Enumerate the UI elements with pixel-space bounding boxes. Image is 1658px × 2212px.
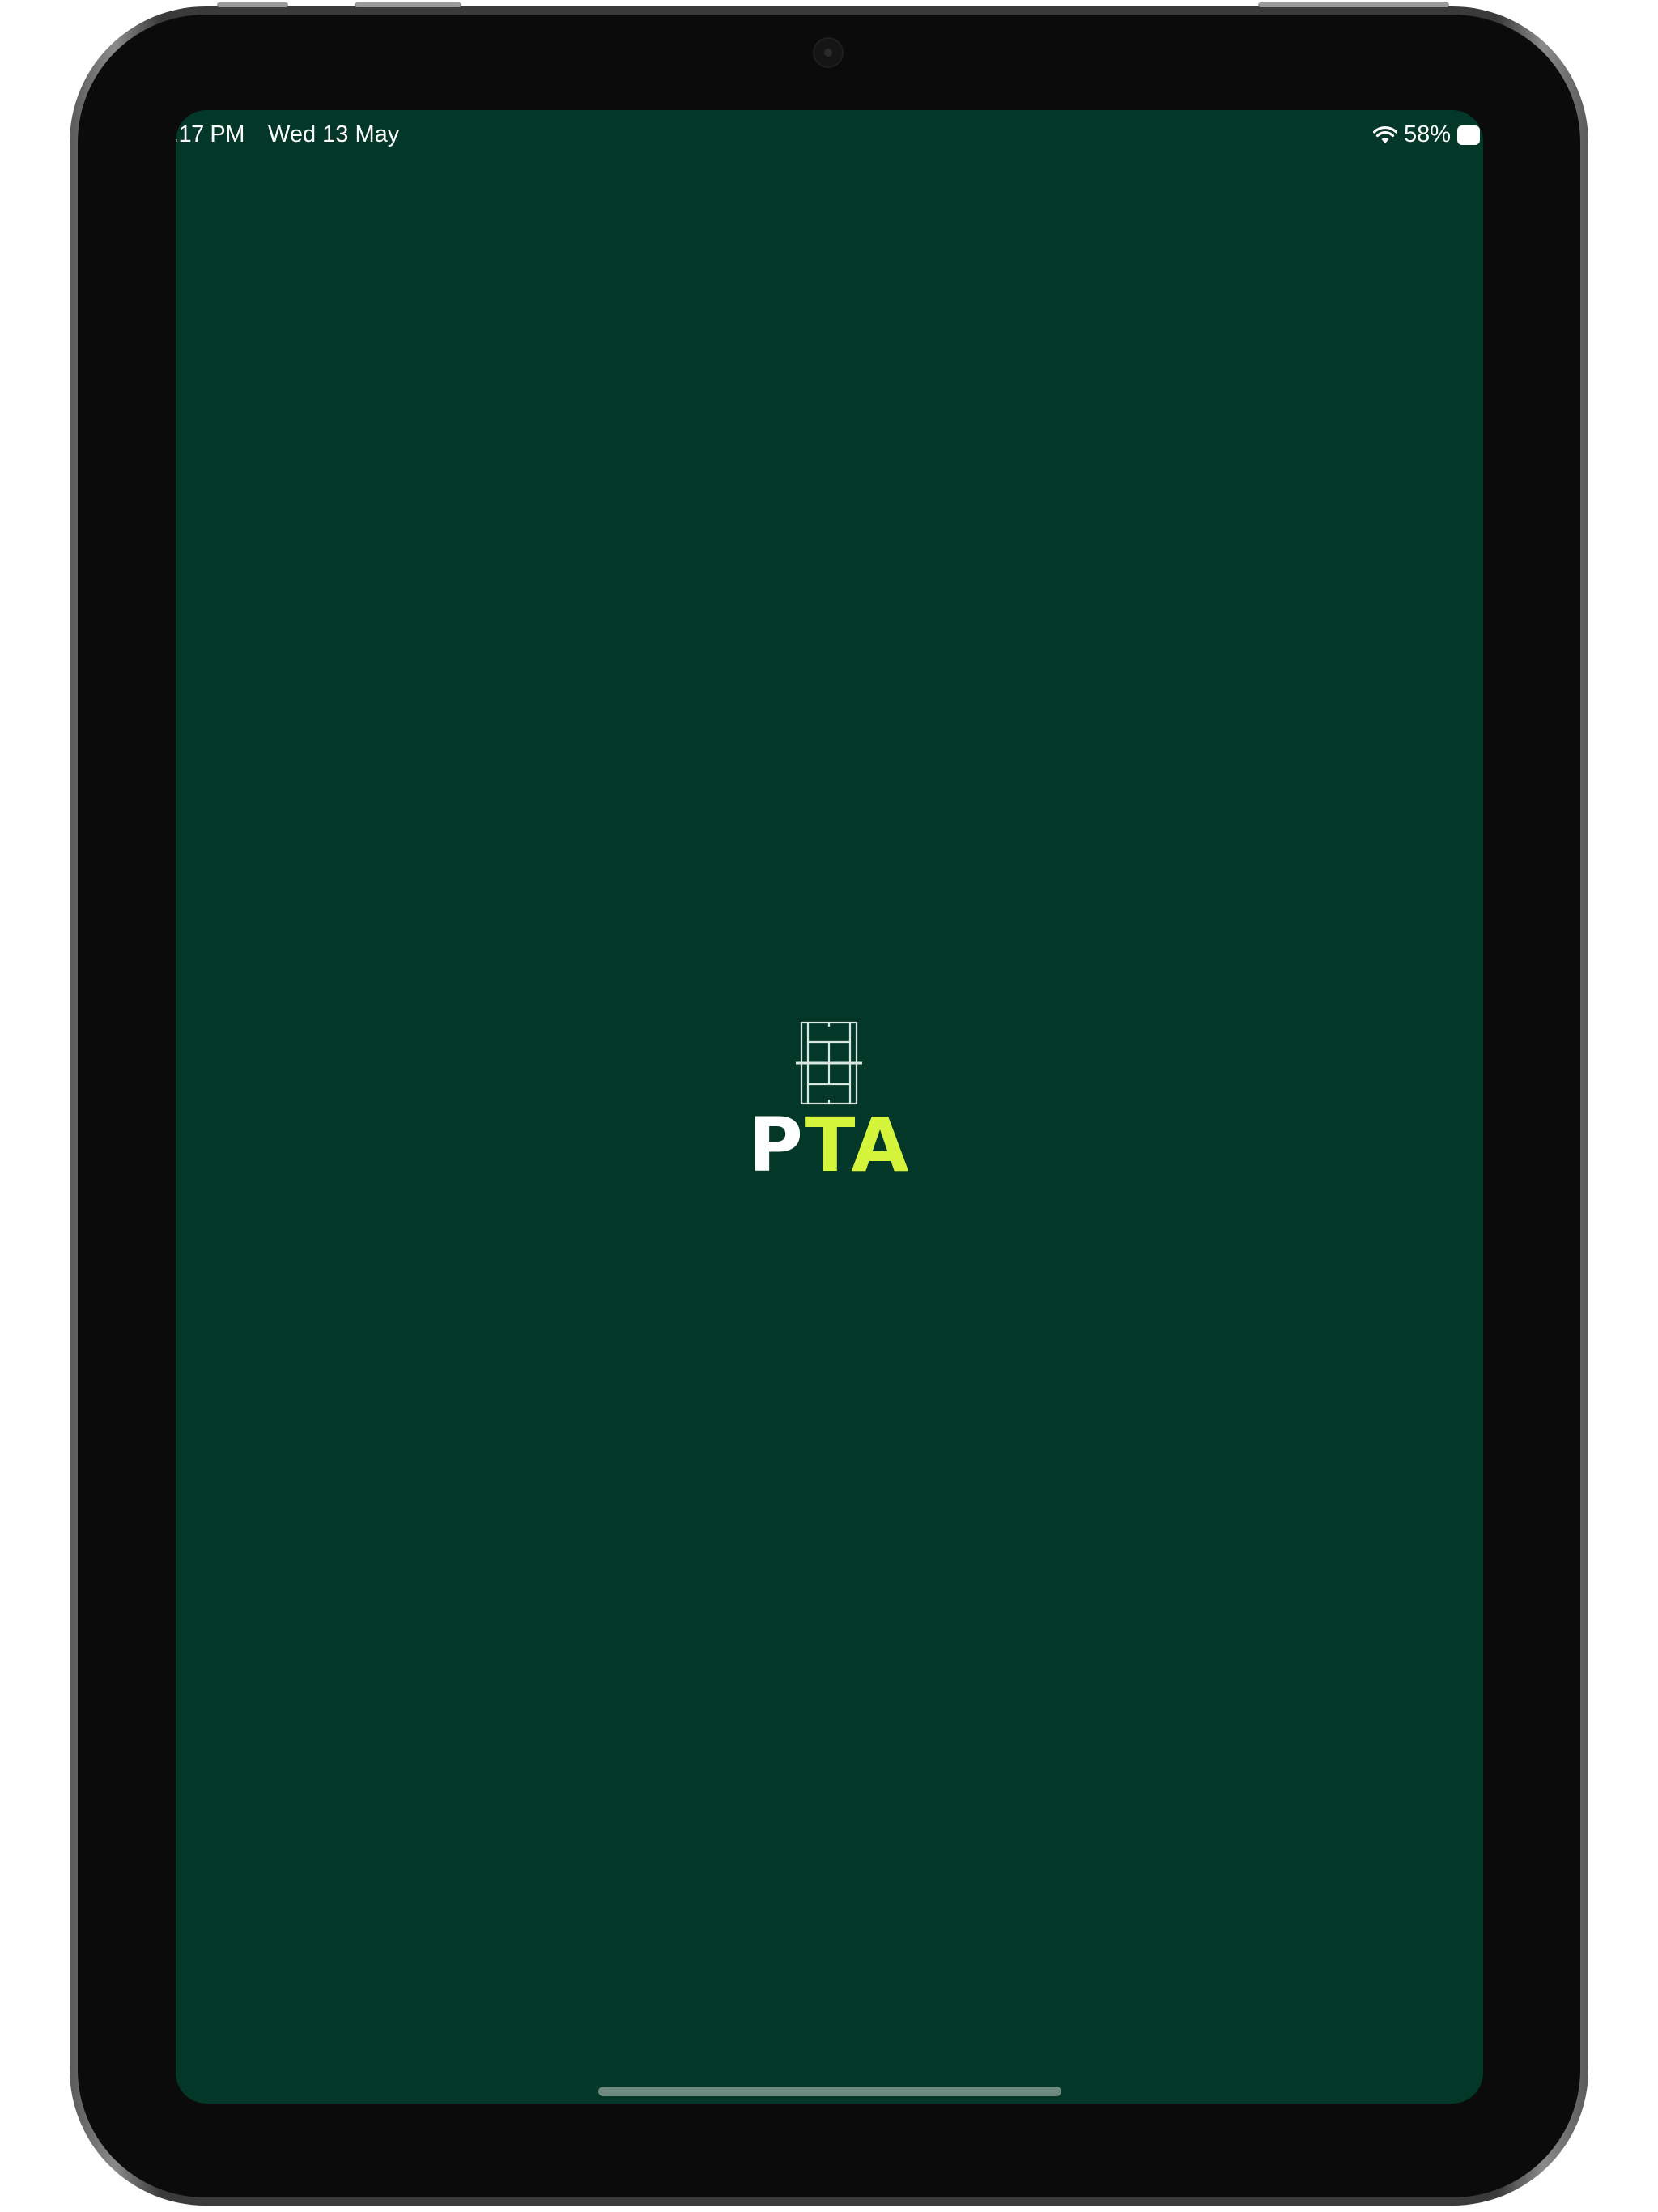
front-camera (813, 37, 844, 68)
home-indicator[interactable] (598, 2087, 1061, 2096)
status-indicators: 58% (1372, 121, 1480, 148)
battery-fill (1460, 127, 1477, 143)
battery-percent: 58% (1403, 121, 1451, 147)
top-button (1258, 2, 1449, 7)
status-bar: :17 PM Wed 13 May 58% (176, 110, 1483, 162)
tennis-court-icon (796, 1021, 862, 1105)
status-time: :17 PM (176, 121, 244, 147)
status-date: Wed 13 May (268, 121, 400, 147)
app-logo: PTA (742, 1021, 916, 1211)
screen: :17 PM Wed 13 May 58% PTA (176, 110, 1483, 2104)
logo-wordmark: PTA (742, 1105, 916, 1186)
device-frame: :17 PM Wed 13 May 58% PTA (0, 0, 1658, 2212)
logo-letter-p: P (748, 1102, 805, 1189)
logo-letters-ta: TA (804, 1102, 911, 1189)
wifi-icon (1372, 125, 1397, 143)
battery-icon (1457, 125, 1480, 145)
volume-up-button (217, 2, 288, 7)
volume-down-button (355, 2, 461, 7)
